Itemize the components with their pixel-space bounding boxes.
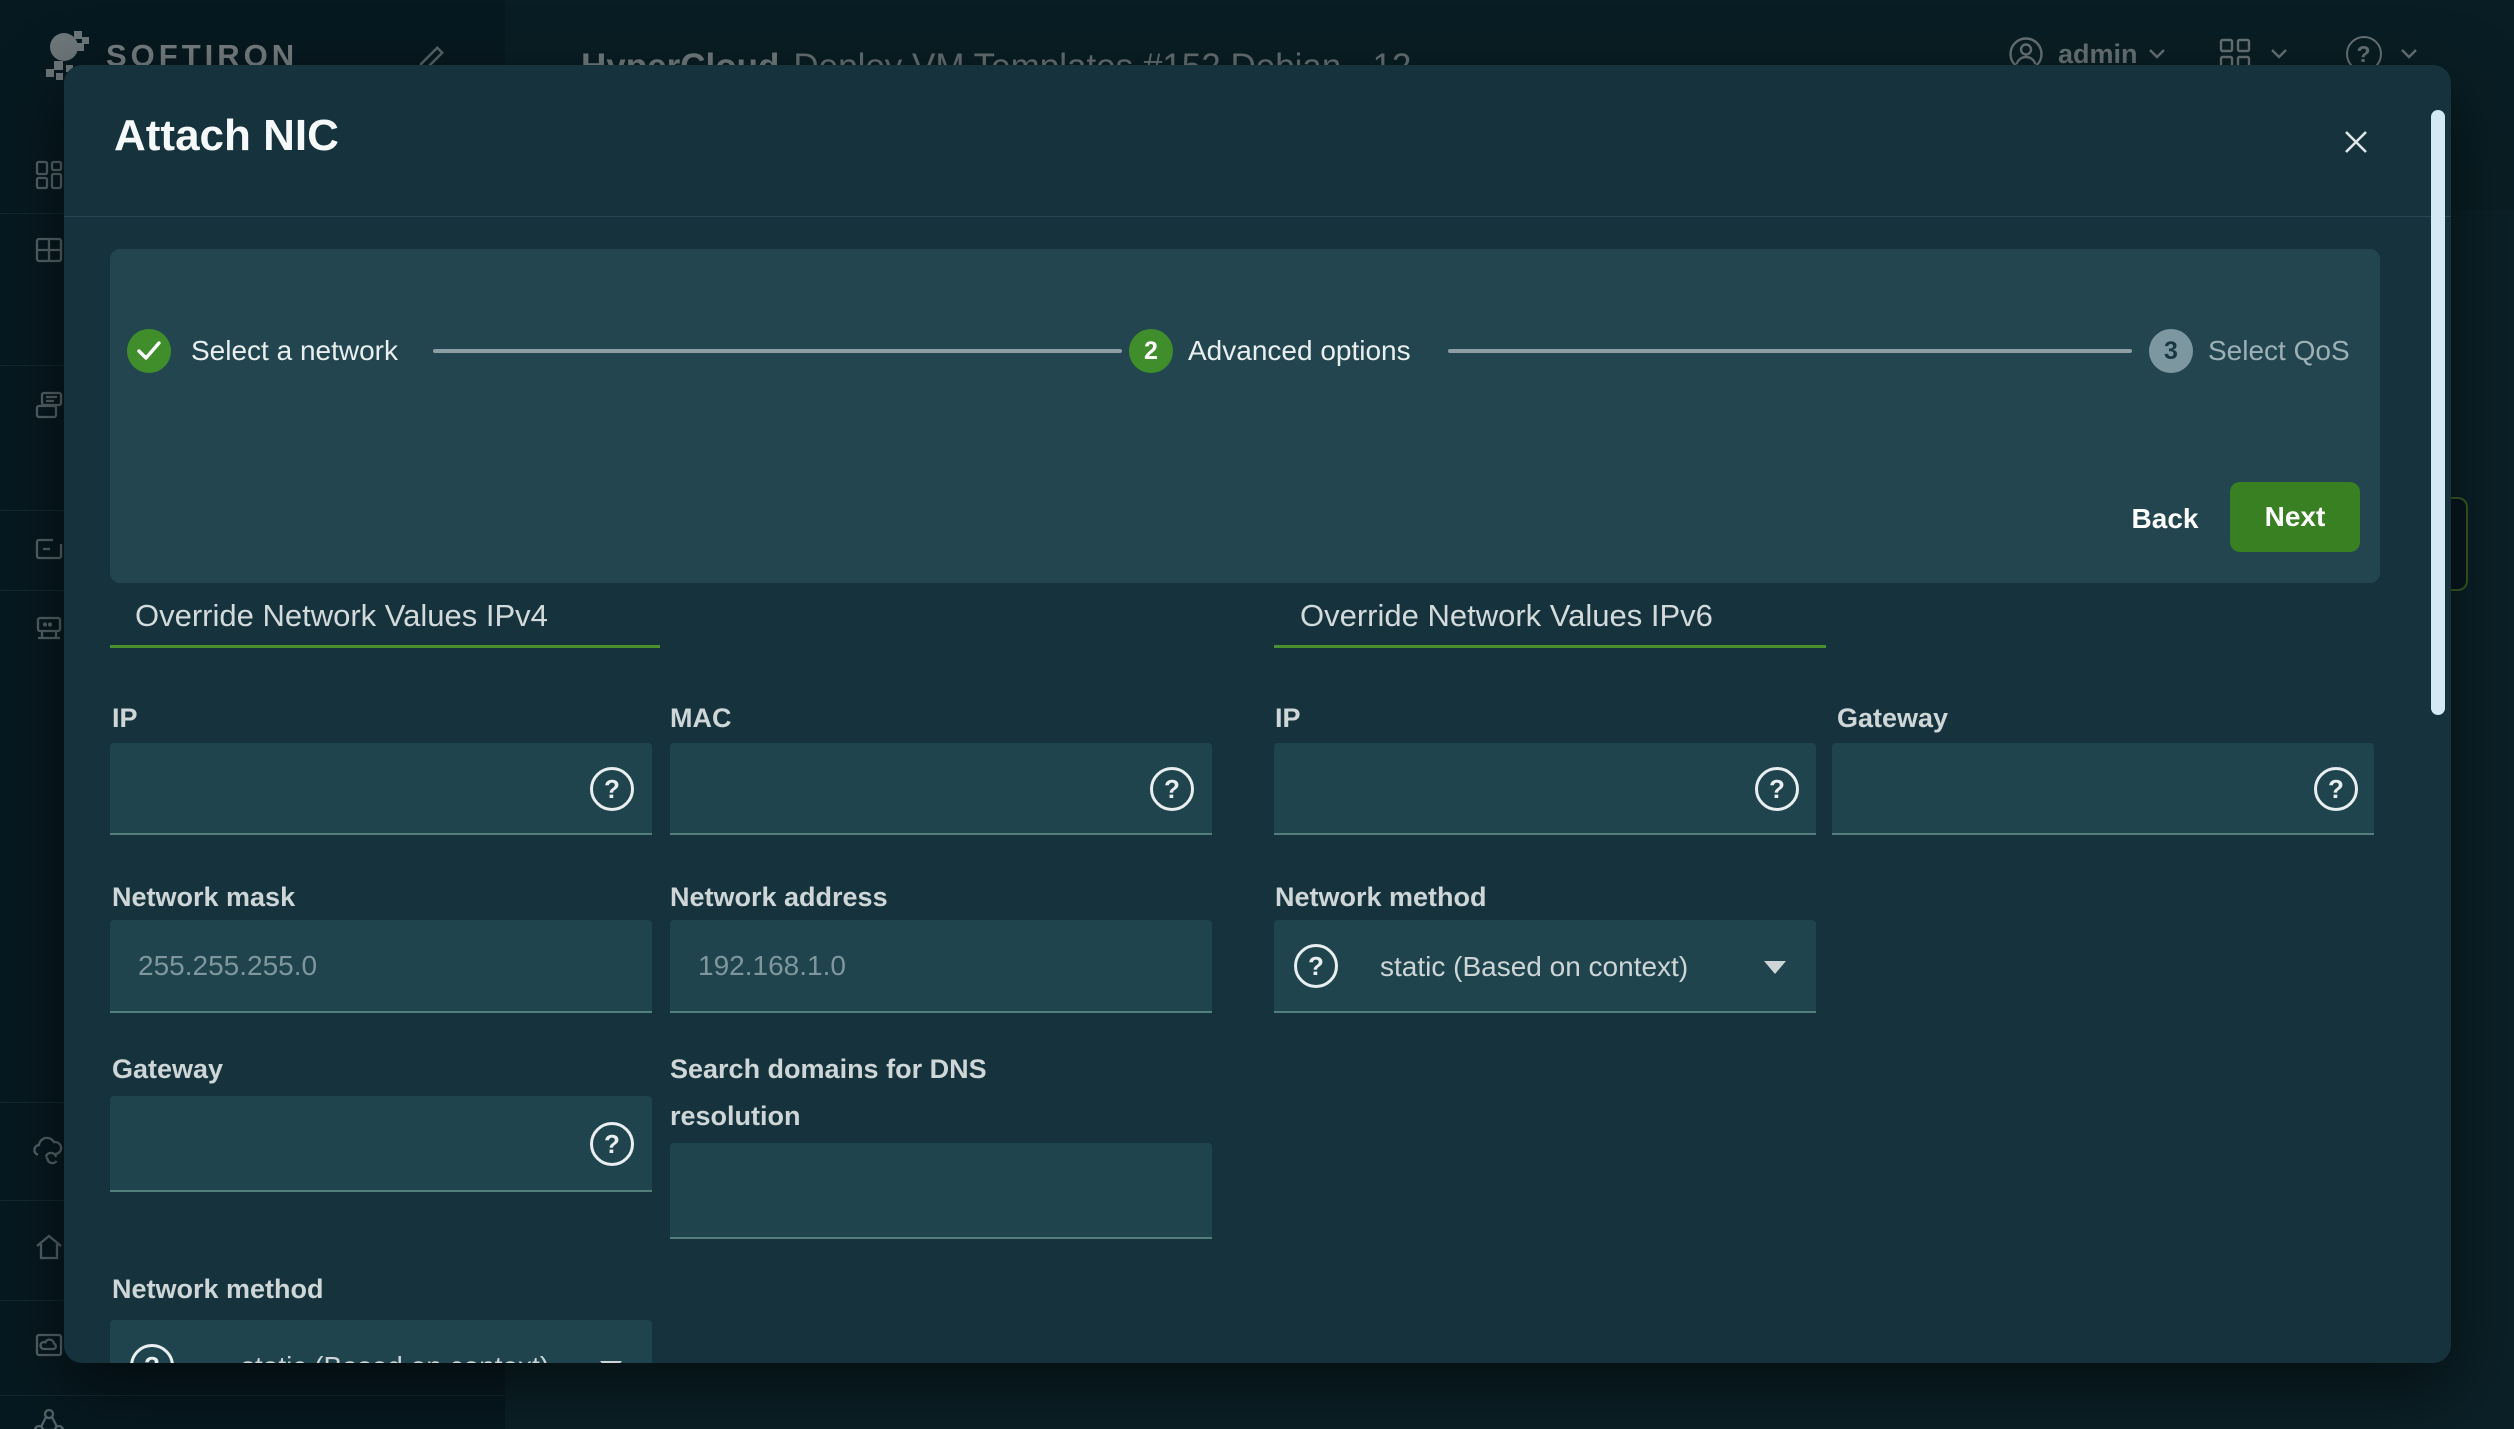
network-address-input[interactable] — [670, 920, 1212, 1011]
ipv6-ip-help-icon[interactable]: ? — [1755, 767, 1799, 811]
ipv6-network-method-select[interactable]: ? static (Based on context) — [1274, 920, 1816, 1013]
network-address-label: Network address — [670, 874, 888, 921]
ipv6-ip-label: IP — [1275, 695, 1301, 742]
ipv4-ip-field — [110, 743, 652, 835]
close-icon[interactable] — [2332, 118, 2380, 166]
step-label: Advanced options — [1188, 335, 1411, 367]
ipv6-ip-input[interactable] — [1274, 743, 1816, 833]
step-connector — [1448, 349, 2132, 353]
step-label: Select a network — [191, 335, 398, 367]
network-address-field — [670, 920, 1212, 1013]
section-title-ipv4: Override Network Values IPv4 — [135, 598, 548, 634]
network-mask-label: Network mask — [112, 874, 295, 921]
ipv4-network-method-value: static (Based on context) — [241, 1351, 549, 1363]
ipv4-mac-help-icon[interactable]: ? — [1150, 767, 1194, 811]
method-help-icon[interactable]: ? — [130, 1344, 174, 1363]
step-number-badge: 2 — [1129, 329, 1173, 373]
section-underline-ipv6 — [1274, 645, 1826, 648]
ipv4-mac-input[interactable] — [670, 743, 1212, 833]
ipv6-gateway-help-icon[interactable]: ? — [2314, 767, 2358, 811]
ipv4-gateway-field — [110, 1096, 652, 1192]
ipv6-network-method-value: static (Based on context) — [1380, 951, 1688, 983]
caret-down-icon — [600, 1361, 622, 1363]
caret-down-icon — [1764, 961, 1786, 974]
ipv4-gateway-help-icon[interactable]: ? — [590, 1122, 634, 1166]
modal-scrollbar-thumb[interactable] — [2431, 110, 2445, 715]
modal-header-divider — [64, 216, 2451, 217]
section-title-ipv6: Override Network Values IPv6 — [1300, 598, 1713, 634]
step-label: Select QoS — [2208, 335, 2350, 367]
wizard-panel: Select a network 2 Advanced options 3 Se… — [110, 249, 2380, 583]
network-mask-input[interactable] — [110, 920, 652, 1011]
ipv4-mac-label: MAC — [670, 695, 732, 742]
step-number-badge: 3 — [2149, 329, 2193, 373]
ipv6-network-method-label: Network method — [1275, 874, 1487, 921]
method-help-icon[interactable]: ? — [1294, 944, 1338, 988]
back-button[interactable]: Back — [2100, 499, 2230, 539]
search-domains-label: Search domains for DNS resolution — [670, 1046, 1100, 1140]
section-underline-ipv4 — [110, 645, 660, 648]
ipv4-network-method-label: Network method — [112, 1266, 324, 1313]
search-domains-field — [670, 1143, 1212, 1239]
search-domains-textarea[interactable] — [670, 1143, 1212, 1237]
screen: SOFTIRON HyperCloudDeploy VM Templates #… — [0, 0, 2514, 1429]
step-done-check-icon — [127, 329, 171, 373]
ipv6-gateway-input[interactable] — [1832, 743, 2374, 833]
ipv4-gateway-input[interactable] — [110, 1096, 652, 1190]
attach-nic-modal: Attach NIC Select a network 2 Advanced o… — [64, 65, 2451, 1363]
ipv4-ip-input[interactable] — [110, 743, 652, 833]
ipv6-ip-field — [1274, 743, 1816, 835]
step-connector — [433, 349, 1122, 353]
ipv6-gateway-field — [1832, 743, 2374, 835]
modal-title: Attach NIC — [114, 111, 339, 161]
ipv4-mac-field — [670, 743, 1212, 835]
next-button[interactable]: Next — [2230, 482, 2360, 552]
ipv4-network-method-select[interactable]: ? static (Based on context) — [110, 1320, 652, 1363]
network-mask-field — [110, 920, 652, 1013]
ipv6-gateway-label: Gateway — [1837, 695, 1948, 742]
ipv4-ip-label: IP — [112, 695, 138, 742]
ipv4-ip-help-icon[interactable]: ? — [590, 767, 634, 811]
ipv4-gateway-label: Gateway — [112, 1046, 223, 1093]
